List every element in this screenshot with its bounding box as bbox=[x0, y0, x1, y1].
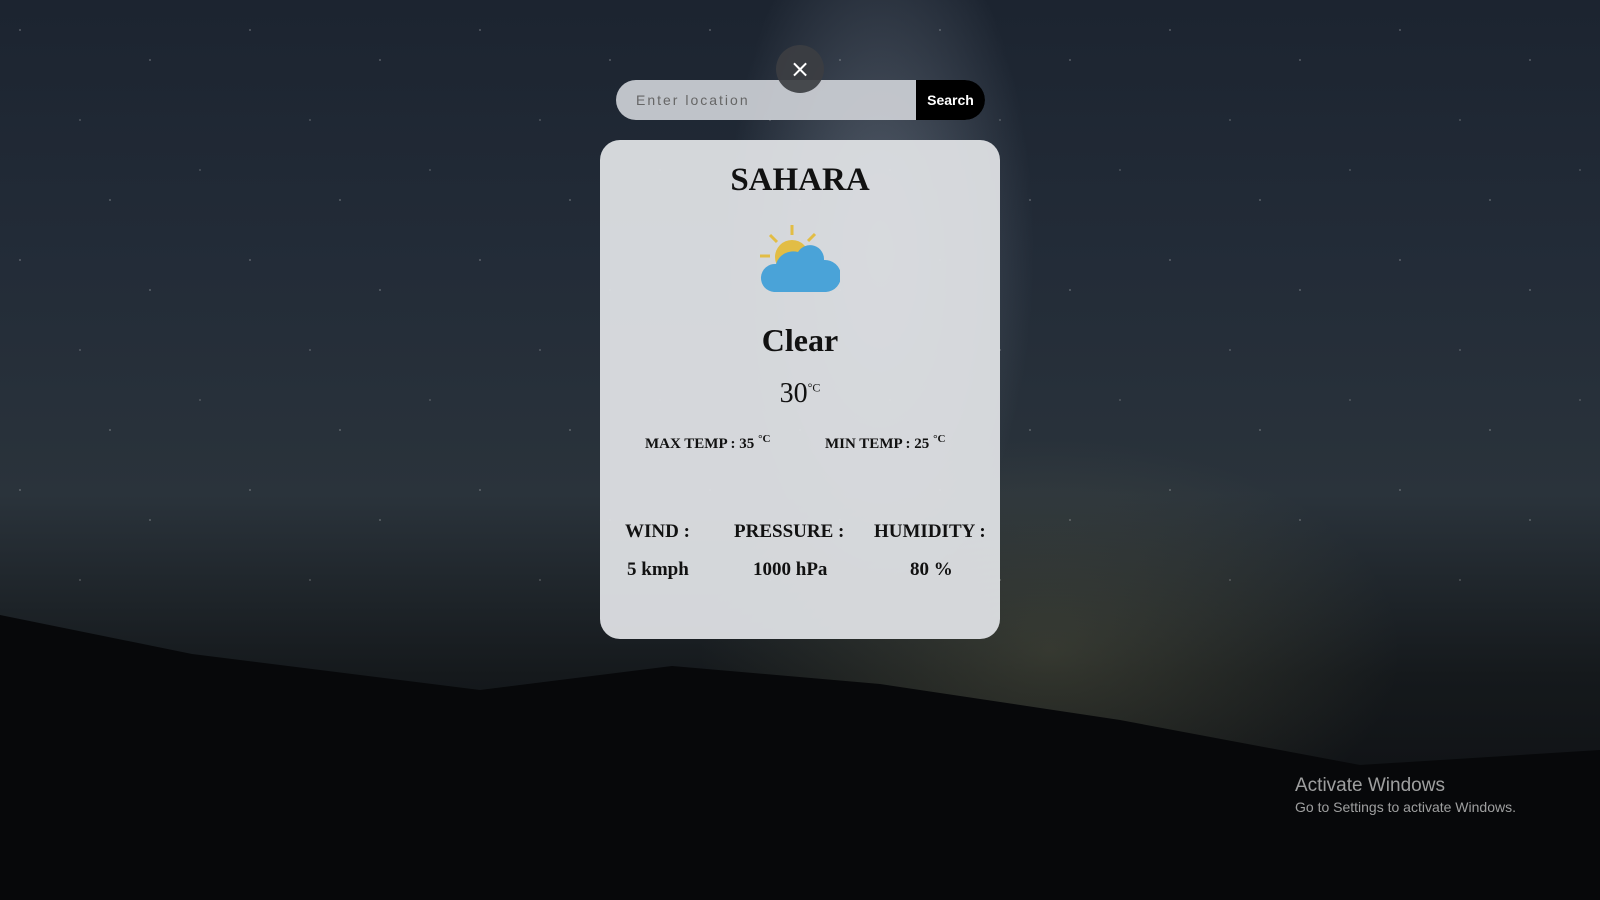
activate-windows-watermark: Activate Windows Go to Settings to activ… bbox=[1295, 775, 1516, 815]
min-temp-unit: °C bbox=[933, 433, 946, 445]
min-temp-value: MIN TEMP : 25 bbox=[825, 436, 930, 452]
temp-unit: °C bbox=[807, 380, 821, 395]
wind-label: WIND : bbox=[625, 521, 690, 542]
watermark-title: Activate Windows bbox=[1295, 775, 1445, 796]
city-name: SAHARA bbox=[730, 162, 870, 198]
humidity-label: HUMIDITY : bbox=[874, 521, 986, 542]
weather-card: SAHARA Clear 30°C MAX TEMP : 35 °C MIN T… bbox=[600, 140, 1000, 639]
partly-cloudy-icon bbox=[760, 225, 840, 292]
close-button[interactable]: × bbox=[776, 45, 824, 93]
max-temp: MAX TEMP : 35 °C bbox=[645, 433, 770, 453]
close-icon: × bbox=[789, 55, 811, 83]
location-input[interactable] bbox=[616, 80, 916, 120]
pressure-label: PRESSURE : bbox=[734, 521, 845, 542]
mountain-silhouette bbox=[0, 615, 1600, 900]
wind-value: 5 kmph bbox=[627, 559, 689, 580]
search-button[interactable]: Search bbox=[916, 80, 985, 120]
temp-value: 30 bbox=[779, 378, 808, 409]
max-temp-value: MAX TEMP : 35 bbox=[645, 436, 755, 452]
current-temperature: 30°C bbox=[600, 378, 1000, 410]
pressure-value: 1000 hPa bbox=[753, 559, 828, 580]
weather-condition: Clear bbox=[761, 322, 839, 358]
humidity-value: 80 % bbox=[910, 559, 953, 580]
max-temp-unit: °C bbox=[758, 433, 771, 445]
watermark-subtitle: Go to Settings to activate Windows. bbox=[1295, 799, 1516, 815]
min-temp: MIN TEMP : 25 °C bbox=[825, 433, 945, 453]
